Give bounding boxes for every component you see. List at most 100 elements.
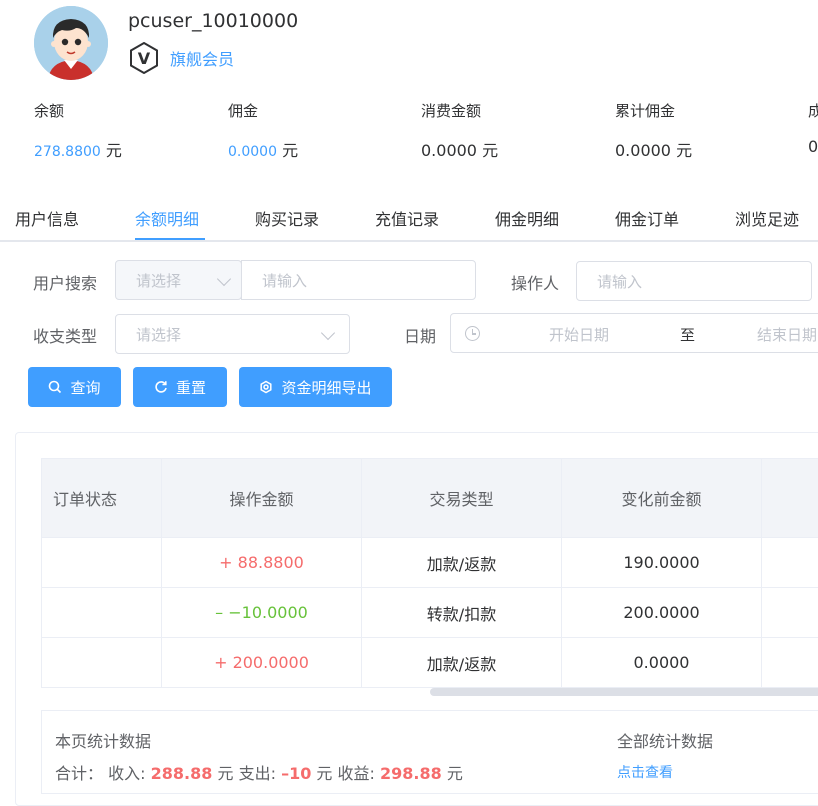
cell-amount: + 88.8800 [162, 538, 362, 587]
header-transaction-type: 交易类型 [362, 459, 562, 537]
gear-icon [260, 380, 273, 394]
vip-label: 旗舰会员 [170, 50, 235, 69]
search-icon [49, 380, 62, 394]
cell-type: 加款/返款 [362, 538, 562, 587]
date-start-input[interactable]: 开始日期 [549, 324, 609, 345]
stat-label: 累计佣金 [615, 102, 676, 120]
tab-user-info[interactable]: 用户信息 [15, 206, 79, 230]
stat-commission: 佣金 0.0000 元 [228, 100, 298, 161]
user-search-type-select[interactable]: 请选择 [115, 260, 242, 300]
cell-type: 转款/扣款 [362, 588, 562, 637]
cell-next [762, 588, 818, 637]
vip-icon: V [130, 42, 158, 74]
page-stats-line: 合计： 收入: 288.88 元 支出: –10 元 收益: 298.88 元 [55, 760, 463, 784]
tab-purchase-records[interactable]: 购买记录 [255, 206, 319, 230]
header-order-status: 订单状态 [42, 459, 162, 537]
stat-unit: 元 [105, 141, 122, 160]
expense-value: –10 [281, 764, 312, 783]
stat-value: 0.0000 [615, 141, 671, 160]
stat-partial: 成 0 [808, 100, 818, 156]
input-placeholder: 请输入 [597, 272, 643, 291]
select-placeholder: 请选择 [136, 271, 182, 290]
button-label: 查询 [70, 378, 101, 397]
cell-amount: – −10.0000 [162, 588, 362, 637]
export-balance-button[interactable]: 资金明细导出 [239, 367, 392, 407]
expense-label: 支出: [238, 764, 276, 783]
unit: 元 [217, 764, 234, 783]
total-label: 合计： [55, 764, 104, 783]
table-header: 订单状态 操作金额 交易类型 变化前金额 [42, 459, 818, 538]
tab-browse-history[interactable]: 浏览足迹 [735, 206, 799, 230]
unit: 元 [316, 764, 333, 783]
cell-before: 0.0000 [562, 638, 762, 687]
stat-value: 0 [808, 137, 818, 156]
user-search-label: 用户搜索 [33, 274, 98, 293]
stat-unit: 元 [676, 141, 693, 160]
reset-button[interactable]: 重置 [133, 367, 227, 407]
button-label: 重置 [175, 378, 206, 397]
tab-recharge-records[interactable]: 充值记录 [375, 206, 439, 230]
tab-balance-detail[interactable]: 余额明细 [135, 206, 199, 230]
stat-label: 余额 [34, 102, 65, 120]
active-tab-indicator [135, 238, 205, 240]
operator-label: 操作人 [511, 274, 560, 293]
table-row: – −10.0000 转款/扣款 200.0000 [42, 588, 818, 638]
cell-amount: + 200.0000 [162, 638, 362, 687]
transaction-type-select[interactable]: 请选择 [115, 314, 350, 354]
profit-label: 收益: [337, 764, 375, 783]
table-row: + 88.8800 加款/返款 190.0000 [42, 538, 818, 588]
user-search-input[interactable]: 请输入 [241, 260, 476, 300]
stat-label: 成 [808, 102, 818, 120]
transaction-type-label: 收支类型 [33, 327, 98, 346]
date-end-input[interactable]: 结束日期 [757, 324, 817, 345]
stat-value: 0.0000 [228, 144, 277, 160]
date-label: 日期 [404, 327, 437, 346]
tab-commission-orders[interactable]: 佣金订单 [615, 206, 679, 230]
tab-commission-detail[interactable]: 佣金明细 [495, 206, 559, 230]
account-stats: 余额 278.8800 元 佣金 0.0000 元 消费金额 0.0000 元 … [0, 100, 818, 170]
svg-text:V: V [138, 49, 151, 68]
vip-badge: V 旗舰会员 [128, 42, 234, 74]
cell-status [42, 588, 162, 637]
unit: 元 [446, 764, 463, 783]
cell-next [762, 638, 818, 687]
chevron-down-icon [216, 271, 232, 287]
page-stats-title: 本页统计数据 [55, 732, 152, 751]
profit-value: 298.88 [380, 764, 442, 783]
operator-input[interactable]: 请输入 [576, 261, 812, 301]
stat-label: 佣金 [228, 102, 259, 120]
header-next [762, 459, 818, 537]
button-label: 资金明细导出 [281, 378, 372, 397]
refresh-icon [155, 381, 167, 393]
view-all-stats-link[interactable]: 点击查看 [617, 762, 673, 782]
table-horizontal-scrollbar[interactable] [430, 688, 818, 696]
table-row: + 200.0000 加款/返款 0.0000 [42, 638, 818, 688]
stat-label: 消费金额 [421, 102, 482, 120]
username: pcuser_10010000 [128, 10, 299, 32]
cell-next [762, 538, 818, 587]
header-amount-before: 变化前金额 [562, 459, 762, 537]
chevron-down-icon [320, 325, 336, 341]
stat-spending: 消费金额 0.0000 元 [421, 100, 498, 161]
stat-unit: 元 [482, 141, 499, 160]
cell-status [42, 638, 162, 687]
date-separator: 至 [680, 326, 696, 344]
all-stats-title: 全部统计数据 [617, 732, 714, 751]
query-button[interactable]: 查询 [28, 367, 121, 407]
tab-bar: 用户信息 余额明细 购买记录 充值记录 佣金明细 佣金订单 浏览足迹 [0, 196, 818, 242]
header-operation-amount: 操作金额 [162, 459, 362, 537]
cell-before: 190.0000 [562, 538, 762, 587]
stat-balance: 余额 278.8800 元 [34, 100, 122, 161]
stat-value: 0.0000 [421, 141, 477, 160]
cell-before: 200.0000 [562, 588, 762, 637]
input-placeholder: 请输入 [262, 271, 308, 290]
stat-value: 278.8800 [34, 144, 101, 160]
select-placeholder: 请选择 [136, 325, 182, 344]
statistics-summary: 本页统计数据 全部统计数据 合计： 收入: 288.88 元 支出: –10 元… [41, 710, 818, 794]
date-range-picker[interactable]: 开始日期 至 结束日期 [450, 313, 818, 353]
avatar [34, 6, 108, 80]
cell-status [42, 538, 162, 587]
income-value: 288.88 [150, 764, 213, 783]
stat-unit: 元 [282, 141, 299, 160]
balance-table: 订单状态 操作金额 交易类型 变化前金额 + 88.8800 加款/返款 190… [41, 458, 818, 688]
